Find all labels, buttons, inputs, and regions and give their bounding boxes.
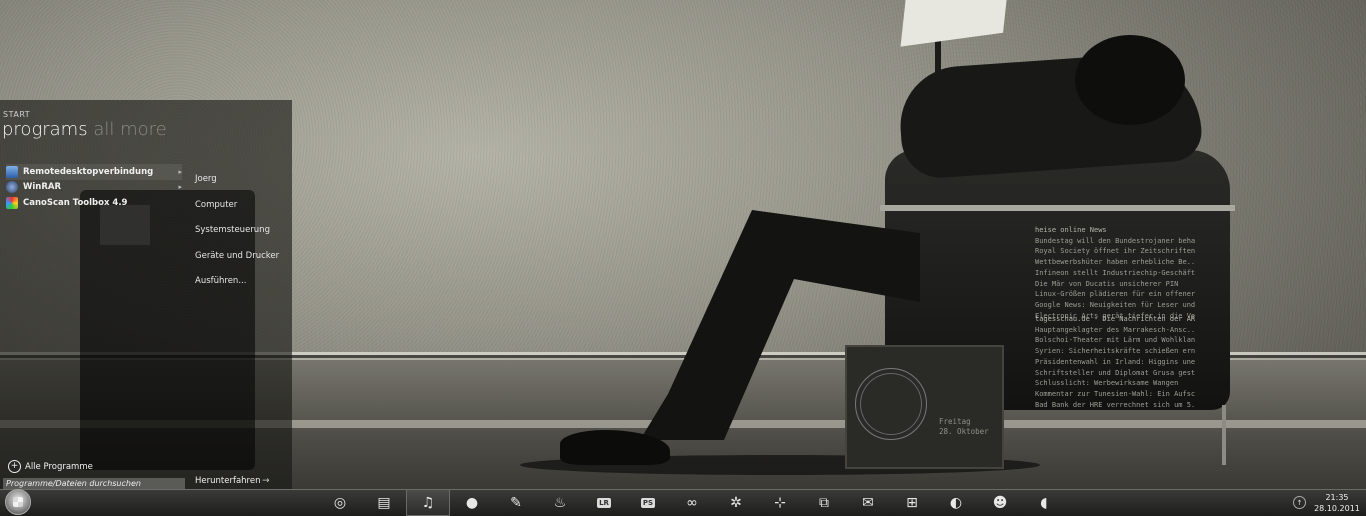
program-label: CanoScan Toolbox 4.9 — [23, 197, 128, 208]
crop-icon-glyph: ⊹ — [774, 494, 786, 511]
pen-icon-glyph: ✎ — [510, 494, 522, 511]
network-icon-glyph: ⊞ — [906, 494, 918, 511]
fire-icon[interactable]: ♨ — [538, 489, 582, 516]
armchair-leg — [1222, 405, 1226, 465]
all-programs-button[interactable]: + Alle Programme — [8, 460, 93, 473]
start-label: START — [3, 110, 31, 119]
feed-item[interactable]: Royal Society öffnet ihr Zeitschriftenar… — [1035, 246, 1195, 257]
start-orb-button[interactable] — [5, 489, 31, 515]
users-icon-glyph: ☻ — [992, 494, 1008, 511]
feed-item[interactable]: Kommentar zur Tunesien-Wahl: Ein Aufsc..… — [1035, 389, 1195, 400]
photoshop-icon[interactable]: PS — [626, 489, 670, 516]
feed-item[interactable]: Präsidentenwahl in Irland: Higgins unein… — [1035, 357, 1195, 368]
satellite-icon[interactable]: ◐ — [934, 489, 978, 516]
mail-icon[interactable]: ✉ — [846, 489, 890, 516]
feed-title: tagesschau.de - Die Nachrichten der ARD — [1035, 315, 1195, 323]
feed-item[interactable]: Infineon stellt Industriechip-Geschäft n… — [1035, 268, 1195, 279]
speaker-dial — [855, 368, 927, 440]
start-search-input[interactable] — [3, 478, 185, 489]
feed-item[interactable]: Syrien: Sicherheitskräfte schießen erne.… — [1035, 346, 1195, 357]
heise-feed-widget: heise online News Bundestag will den Bun… — [1035, 225, 1195, 321]
link-control-panel[interactable]: Systemsteuerung — [195, 221, 279, 247]
link-devices-printers[interactable]: Geräte und Drucker — [195, 247, 279, 273]
tray-expand-icon[interactable]: ↑ — [1293, 496, 1306, 509]
taskbar-clock[interactable]: 21:35 28.10.2011 — [1312, 492, 1362, 514]
lightroom-icon[interactable]: LR — [582, 489, 626, 516]
program-label: Remotedesktopverbindung — [23, 166, 154, 177]
users-icon[interactable]: ☻ — [978, 489, 1022, 516]
fire-icon-glyph: ♨ — [553, 494, 567, 511]
winrar-icon — [6, 181, 18, 194]
link-icon[interactable]: ∞ — [670, 489, 714, 516]
taskbar-pinned-icons: ◎ ▤ ♫ ● ✎ ♨ LR PS ∞ ✲ ⊹ ⧉ ✉ ⊞ ◐ ☻ ◖ — [318, 489, 1066, 516]
chrome-icon[interactable]: ◎ — [318, 489, 362, 516]
windows-icon-glyph: ⧉ — [819, 494, 829, 511]
program-item-remotedesktop[interactable]: Remotedesktopverbindung ▸ — [6, 164, 182, 180]
tagesschau-feed-widget: tagesschau.de - Die Nachrichten der ARD … — [1035, 314, 1195, 410]
explorer-icon-glyph: ▤ — [377, 494, 391, 511]
program-item-winrar[interactable]: WinRAR ▸ — [6, 180, 182, 196]
link-user[interactable]: Joerg — [195, 170, 279, 196]
monitor-icon — [6, 165, 18, 178]
explorer-icon[interactable]: ▤ — [362, 489, 406, 516]
windows-icon[interactable]: ⧉ — [802, 489, 846, 516]
network-icon[interactable]: ⊞ — [890, 489, 934, 516]
program-label: WinRAR — [23, 182, 62, 193]
feed-item[interactable]: Bundestag will den Bundestrojaner behal.… — [1035, 236, 1195, 247]
feed-item[interactable]: Google News: Neuigkeiten für Leser und..… — [1035, 300, 1195, 311]
mail-icon-glyph: ✉ — [862, 494, 874, 511]
person-head — [1075, 35, 1185, 125]
start-menu-right-pane: Joerg Computer Systemsteuerung Geräte un… — [195, 170, 279, 298]
all-programs-label: Alle Programme — [25, 461, 93, 472]
date-day: 28. Oktober — [939, 427, 989, 436]
start-menu-heading: programs all more — [2, 119, 167, 140]
shutdown-options-arrow-icon[interactable]: → — [262, 476, 270, 486]
heading-all-more[interactable]: all more — [93, 119, 166, 140]
aperture-icon-glyph: ✲ — [730, 494, 742, 511]
aperture-icon[interactable]: ✲ — [714, 489, 758, 516]
plus-circle-icon: + — [8, 460, 21, 473]
music-icon-glyph: ♫ — [421, 494, 435, 511]
shutdown-button[interactable]: Herunterfahren — [195, 476, 260, 486]
chat-icon-glyph: ◖ — [1040, 494, 1048, 511]
media-player-icon-glyph: ● — [465, 494, 479, 511]
feed-item[interactable]: Hauptangeklagter des Marrakesch-Ansc... — [1035, 325, 1195, 336]
link-run[interactable]: Ausführen... — [195, 272, 279, 298]
clock-date: 28.10.2011 — [1314, 504, 1360, 513]
photoshop-icon-glyph: PS — [640, 497, 656, 508]
canoscan-icon — [6, 196, 18, 209]
feed-item[interactable]: Wettbewerbshüter haben erhebliche Be... — [1035, 257, 1195, 268]
submenu-arrow-icon[interactable]: ▸ — [178, 183, 182, 191]
clock-time: 21:35 — [1325, 493, 1349, 502]
media-player-icon[interactable]: ● — [450, 489, 494, 516]
date-weekday: Freitag — [939, 417, 971, 426]
start-menu-ghost-tile — [100, 205, 150, 245]
program-item-canoscan[interactable]: CanoScan Toolbox 4.9 — [6, 195, 182, 211]
link-computer[interactable]: Computer — [195, 196, 279, 222]
date-widget: Freitag 28. Oktober — [939, 417, 989, 437]
chrome-icon-glyph: ◎ — [333, 494, 347, 511]
music-icon[interactable]: ♫ — [406, 489, 450, 516]
satellite-icon-glyph: ◐ — [949, 494, 963, 511]
feed-item[interactable]: Bad Bank der HRE verrechnet sich um 5... — [1035, 400, 1195, 411]
crop-icon[interactable]: ⊹ — [758, 489, 802, 516]
pinned-program-list: Remotedesktopverbindung ▸ WinRAR ▸ CanoS… — [6, 164, 182, 211]
pen-icon[interactable]: ✎ — [494, 489, 538, 516]
feed-title: heise online News — [1035, 226, 1107, 234]
feed-item[interactable]: Bolschoi-Theater mit Lärm und Wohlklang.… — [1035, 335, 1195, 346]
feed-item[interactable]: Die Mär von Ducatis unsicherer PIN — [1035, 279, 1195, 290]
feed-item[interactable]: Schlusslicht: Werbewirksame Wangen — [1035, 378, 1195, 389]
feed-item[interactable]: Schriftsteller und Diplomat Grusa gestor… — [1035, 368, 1195, 379]
chat-icon[interactable]: ◖ — [1022, 489, 1066, 516]
feed-item[interactable]: Linux-Größen plädieren für ein offenere.… — [1035, 289, 1195, 300]
armchair-frame — [880, 205, 1235, 211]
heading-programs[interactable]: programs — [2, 119, 88, 140]
link-icon-glyph: ∞ — [686, 494, 698, 511]
lightroom-icon-glyph: LR — [597, 497, 611, 508]
submenu-arrow-icon[interactable]: ▸ — [178, 168, 182, 176]
